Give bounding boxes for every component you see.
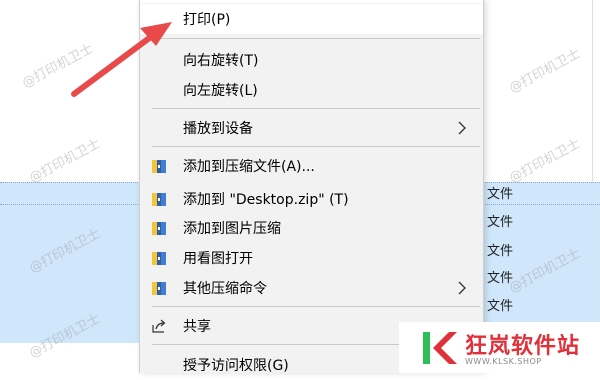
menu-item-label: 添加到图片压缩 bbox=[183, 221, 281, 237]
menu-item-label: 添加到 "Desktop.zip" (T) bbox=[183, 192, 349, 208]
archive-icon bbox=[152, 160, 166, 173]
menu-item-open-with-viewer[interactable]: 用看图打开 bbox=[140, 243, 483, 273]
menu-item-label: 其他压缩命令 bbox=[183, 281, 267, 297]
menu-separator bbox=[152, 146, 480, 147]
menu-item-label: 授予访问权限(G) bbox=[183, 358, 289, 374]
menu-item-add-to-image-compress[interactable]: 添加到图片压缩 bbox=[140, 213, 483, 243]
menu-separator bbox=[152, 38, 480, 39]
file-type-cell[interactable]: 文件 bbox=[487, 295, 513, 314]
menu-item-other-compress[interactable]: 其他压缩命令 bbox=[140, 273, 483, 303]
chevron-right-icon bbox=[458, 281, 466, 295]
menu-item-add-to-desktop-zip[interactable]: 添加到 "Desktop.zip" (T) bbox=[140, 184, 483, 214]
menu-separator bbox=[152, 108, 480, 109]
watermark: @打印机卫士 bbox=[506, 46, 583, 97]
archive-icon bbox=[152, 222, 166, 235]
menu-item-label: 用看图打开 bbox=[183, 251, 253, 267]
menu-item-add-to-archive[interactable]: 添加到压缩文件(A)... bbox=[140, 151, 483, 181]
watermark: @打印机卫士 bbox=[506, 136, 583, 187]
chevron-right-icon bbox=[458, 121, 466, 135]
watermark: @打印机卫士 bbox=[26, 136, 103, 187]
menu-item-cast-to-device[interactable]: 播放到设备 bbox=[140, 113, 483, 143]
menu-item-label: 共享 bbox=[183, 319, 211, 335]
logo-name: 狂岚软件站 bbox=[465, 334, 581, 359]
file-type-cell[interactable]: 文件 bbox=[487, 240, 513, 259]
file-type-cell[interactable]: 文件 bbox=[487, 211, 513, 230]
menu-item-label: 播放到设备 bbox=[183, 121, 253, 137]
file-type-cell[interactable]: 文件 bbox=[487, 183, 513, 202]
pointer-arrow bbox=[71, 22, 172, 97]
logo-url: WWW.KLSK.SHOP bbox=[465, 357, 542, 366]
archive-icon bbox=[152, 252, 166, 265]
site-logo: 狂岚软件站 WWW.KLSK.SHOP bbox=[399, 322, 600, 373]
menu-separator bbox=[152, 306, 480, 307]
logo-mark-icon bbox=[423, 332, 457, 364]
menu-item-label: 添加到压缩文件(A)... bbox=[183, 159, 315, 175]
window-edge bbox=[592, 0, 593, 373]
archive-icon bbox=[152, 193, 166, 206]
share-icon bbox=[152, 319, 166, 333]
archive-icon bbox=[152, 282, 166, 295]
